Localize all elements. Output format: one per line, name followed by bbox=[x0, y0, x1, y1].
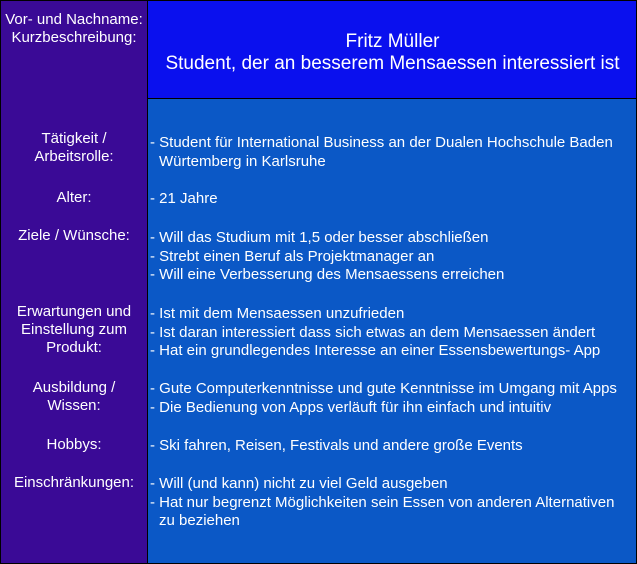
label-ziele: Ziele / Wünsche: bbox=[18, 227, 130, 244]
content-erwartungen: - Ist mit dem Mensaessen unzufrieden - I… bbox=[150, 305, 601, 359]
name-label: Vor- und Nachname: bbox=[5, 11, 143, 28]
label-alter: Alter: bbox=[56, 189, 92, 206]
content-ziele: - Will das Studium mit 1,5 oder besser a… bbox=[150, 229, 505, 283]
label-erwartungen: Erwartungen und Einstellung zum Produkt: bbox=[16, 303, 132, 356]
label-hobbys: Hobbys: bbox=[46, 436, 102, 453]
content-ausbildung: - Gute Computerkenntnisse und gute Kennt… bbox=[150, 380, 617, 416]
content-einschraenkungen: - Will (und kann) nicht zu viel Geld aus… bbox=[150, 475, 615, 529]
label-taetigkeit: Tätigkeit / Arbeitsrolle: bbox=[34, 130, 114, 165]
label-ausbildung: Ausbildung / Wissen: bbox=[32, 379, 116, 414]
description-label: Kurzbeschreibung: bbox=[11, 29, 137, 46]
label-einschraenkungen: Einschränkungen: bbox=[13, 474, 135, 491]
content-hobbys: - Ski fahren, Reisen, Festivals und ande… bbox=[150, 437, 523, 454]
persona-description: Student, der an besserem Mensaessen inte… bbox=[165, 53, 620, 74]
persona-name: Fritz Müller bbox=[345, 31, 440, 52]
content-taetigkeit: - Student für International Business an … bbox=[150, 134, 613, 170]
content-alter: - 21 Jahre bbox=[150, 190, 218, 207]
